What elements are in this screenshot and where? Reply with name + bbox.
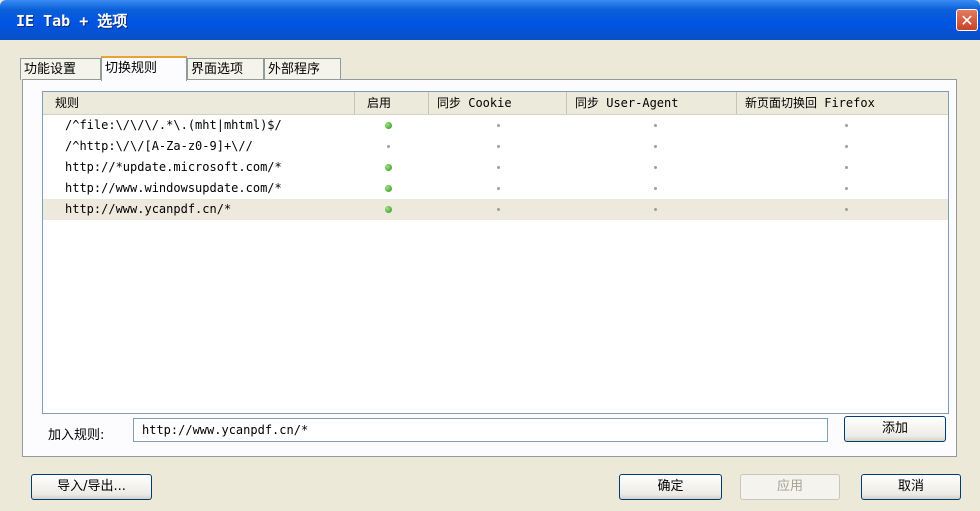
sync-user-agent-indicator[interactable] (654, 208, 657, 211)
apply-button[interactable]: 应用 (740, 474, 840, 500)
switch-back-indicator[interactable] (845, 166, 848, 169)
cancel-button[interactable]: 取消 (861, 474, 961, 500)
switch-back-indicator[interactable] (845, 145, 848, 148)
rule-pattern: http://www.windowsupdate.com/* (65, 181, 282, 195)
sync-cookie-indicator[interactable] (497, 187, 500, 190)
add-button[interactable]: 添加 (844, 416, 946, 442)
column-header-sync-user-agent[interactable]: 同步 User-Agent (567, 92, 737, 114)
list-header: 规则 启用 同步 Cookie 同步 User-Agent 新页面切换回 Fir… (43, 92, 948, 115)
rule-pattern: /^http:\/\/[A-Za-z0-9]+\// (65, 139, 253, 153)
table-row[interactable]: http://*update.microsoft.com/* (43, 157, 948, 178)
sync-user-agent-indicator[interactable] (654, 187, 657, 190)
sync-user-agent-indicator[interactable] (654, 145, 657, 148)
rule-pattern: /^file:\/\/\/.*\.(mht|mhtml)$/ (65, 118, 282, 132)
ok-button[interactable]: 确定 (619, 474, 722, 500)
tab-external-programs[interactable]: 外部程序 (264, 58, 341, 80)
table-row[interactable]: http://www.ycanpdf.cn/* (43, 199, 948, 220)
enabled-indicator[interactable] (387, 145, 390, 148)
switch-back-indicator[interactable] (845, 124, 848, 127)
sync-cookie-indicator[interactable] (497, 208, 500, 211)
column-header-sync-cookie[interactable]: 同步 Cookie (429, 92, 567, 114)
title-bar[interactable]: IE Tab + 选项 ✕ (0, 0, 980, 40)
add-rule-input[interactable]: http://www.ycanpdf.cn/* (133, 418, 828, 442)
options-dialog: IE Tab + 选项 ✕ 功能设置 切换规则 界面选项 外部程序 规则 启用 … (0, 0, 980, 511)
enabled-indicator[interactable] (385, 185, 392, 192)
sync-cookie-indicator[interactable] (497, 124, 500, 127)
table-row[interactable]: http://www.windowsupdate.com/* (43, 178, 948, 199)
enabled-indicator[interactable] (385, 122, 392, 129)
sync-user-agent-indicator[interactable] (654, 124, 657, 127)
rule-pattern: http://www.ycanpdf.cn/* (65, 202, 232, 216)
table-row[interactable]: /^http:\/\/[A-Za-z0-9]+\// (43, 136, 948, 157)
close-button[interactable]: ✕ (956, 9, 978, 31)
column-header-rule[interactable]: 规则 (43, 92, 355, 114)
rules-list[interactable]: 规则 启用 同步 Cookie 同步 User-Agent 新页面切换回 Fir… (42, 91, 949, 414)
switch-back-indicator[interactable] (845, 208, 848, 211)
column-header-switch-back-firefox[interactable]: 新页面切换回 Firefox (737, 92, 950, 114)
sync-user-agent-indicator[interactable] (654, 166, 657, 169)
sync-cookie-indicator[interactable] (497, 166, 500, 169)
enabled-indicator[interactable] (385, 206, 392, 213)
import-export-button[interactable]: 导入/导出... (31, 474, 152, 500)
column-header-enabled[interactable]: 启用 (355, 92, 429, 114)
add-rule-label: 加入规则: (48, 428, 105, 443)
window-title: IE Tab + 选项 (16, 12, 128, 30)
rule-pattern: http://*update.microsoft.com/* (65, 160, 282, 174)
enabled-indicator[interactable] (385, 164, 392, 171)
tab-switch-rules[interactable]: 切换规则 (101, 56, 187, 81)
table-row[interactable]: /^file:\/\/\/.*\.(mht|mhtml)$/ (43, 115, 948, 136)
switch-back-indicator[interactable] (845, 187, 848, 190)
sync-cookie-indicator[interactable] (497, 145, 500, 148)
tab-general-settings[interactable]: 功能设置 (20, 58, 101, 80)
tab-interface-options[interactable]: 界面选项 (187, 58, 264, 80)
